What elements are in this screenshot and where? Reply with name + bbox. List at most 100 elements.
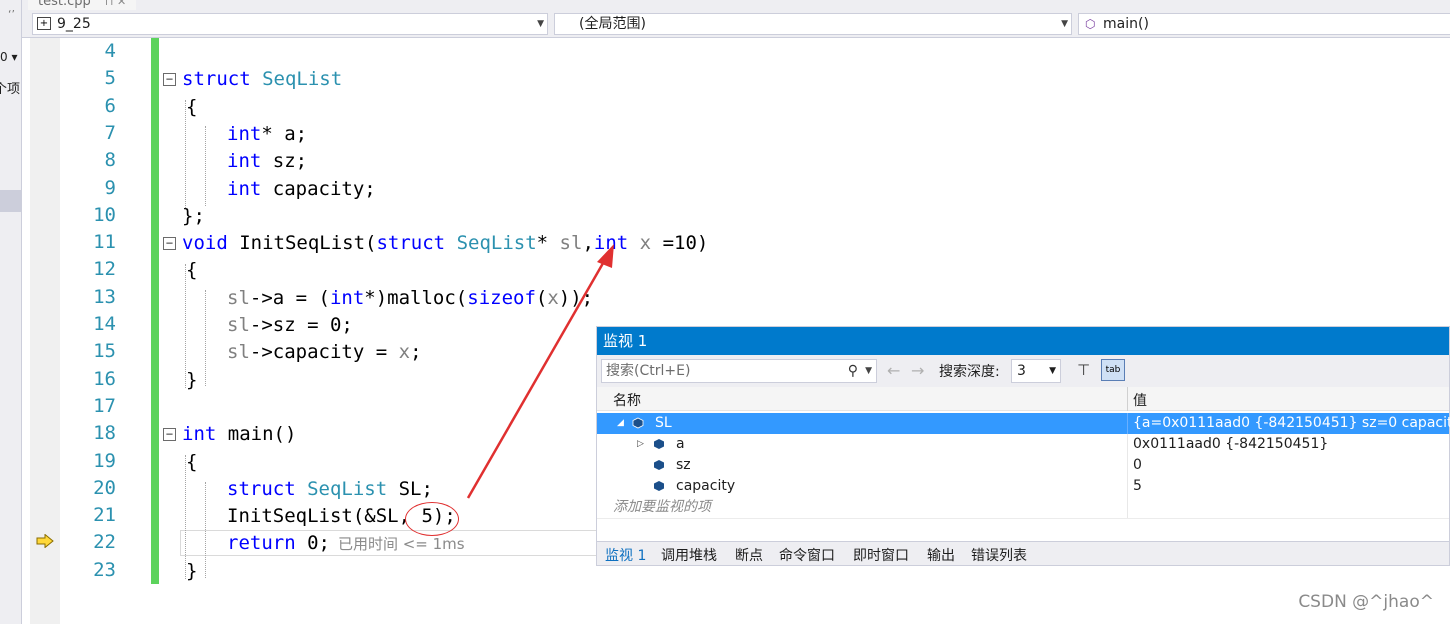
chevron-down-icon[interactable]: ▼ bbox=[1061, 14, 1068, 34]
search-depth-value: 3 bbox=[1017, 363, 1026, 379]
member-dropdown[interactable]: ⬡ main() bbox=[1078, 13, 1450, 35]
column-splitter bbox=[1127, 476, 1128, 497]
collapse-main-icon[interactable]: − bbox=[163, 428, 176, 441]
watch-value[interactable]: 0x0111aad0 {-842150451} bbox=[1133, 434, 1328, 455]
project-icon: + bbox=[37, 17, 51, 30]
hexadecimal-display-icon[interactable]: tab bbox=[1101, 359, 1125, 381]
line-number: 15 bbox=[93, 340, 116, 363]
line-number: 21 bbox=[93, 504, 116, 527]
indent-guide bbox=[185, 455, 186, 579]
code-line[interactable]: { bbox=[186, 450, 197, 474]
watch-search-placeholder: 搜索(Ctrl+E) bbox=[606, 363, 691, 379]
line-number: 18 bbox=[93, 422, 116, 445]
code-line[interactable]: { bbox=[186, 95, 197, 119]
watch-search-input[interactable]: 搜索(Ctrl+E) ⚲ ▼ bbox=[601, 359, 877, 383]
code-line[interactable]: { bbox=[186, 258, 197, 282]
project-dropdown-value: 9_25 bbox=[57, 16, 91, 32]
line-number: 22 bbox=[93, 531, 116, 554]
pane-text-fragment: 个项 bbox=[0, 82, 21, 97]
solution-explorer-strip: ‘’ 0 ▾ 个项 bbox=[0, 0, 22, 624]
line-number: 14 bbox=[93, 313, 116, 335]
watch-toolbar: 搜索(Ctrl+E) ⚲ ▼ ← → 搜索深度: 3 ▼ ⊤ tab bbox=[597, 355, 1449, 387]
code-line[interactable]: sl->capacity = x; bbox=[227, 340, 422, 364]
code-line[interactable]: int sz; bbox=[227, 149, 307, 173]
project-dropdown[interactable]: + 9_25 ▼ bbox=[32, 13, 548, 35]
document-tab-bar: test.cpp ⊓ ✕ bbox=[22, 0, 1450, 10]
line-number: 19 bbox=[93, 449, 116, 472]
watch-row-sz[interactable]: sz 0 bbox=[597, 455, 1449, 476]
chevron-down-icon[interactable]: ▼ bbox=[537, 14, 544, 34]
line-number: 13 bbox=[93, 285, 116, 308]
tab-error-list[interactable]: 错误列表 bbox=[971, 545, 1027, 565]
navigation-bar: + 9_25 ▼ (全局范围) ▼ ⬡ main() bbox=[22, 10, 1450, 38]
watch-value[interactable]: 5 bbox=[1133, 476, 1142, 497]
line-number: 5 bbox=[104, 67, 116, 90]
line-number: 12 bbox=[93, 258, 116, 281]
column-splitter[interactable] bbox=[1127, 387, 1128, 411]
add-watch-placeholder[interactable]: 添加要监视的项 bbox=[613, 497, 711, 518]
watch-row-sl[interactable]: ◢ SL {a=0x0111aad0 {-842150451} sz=0 cap… bbox=[597, 413, 1450, 434]
field-icon bbox=[654, 460, 664, 470]
line-number: 20 bbox=[93, 476, 116, 499]
code-line[interactable]: int capacity; bbox=[227, 177, 376, 201]
search-previous-icon[interactable]: ← bbox=[887, 361, 900, 380]
code-line[interactable]: struct SeqList SL; bbox=[227, 477, 433, 501]
scope-dropdown[interactable]: (全局范围) ▼ bbox=[554, 13, 1072, 35]
row-divider bbox=[597, 518, 1449, 519]
tab-pin-close-icons[interactable]: ⊓ ✕ bbox=[105, 0, 126, 8]
column-splitter bbox=[1127, 497, 1128, 518]
tab-immediate-window[interactable]: 即时窗口 bbox=[853, 545, 909, 565]
current-statement-arrow-icon bbox=[36, 534, 54, 548]
collapse-function-icon[interactable]: − bbox=[163, 237, 176, 250]
watch-row-capacity[interactable]: capacity 5 bbox=[597, 476, 1449, 497]
line-number: 11 bbox=[93, 231, 116, 254]
collapse-triangle-icon[interactable]: ◢ bbox=[617, 413, 624, 434]
object-icon bbox=[632, 417, 644, 429]
member-dropdown-value: main() bbox=[1103, 16, 1149, 32]
pane-selected-item[interactable] bbox=[0, 190, 21, 212]
tab-output[interactable]: 输出 bbox=[927, 545, 955, 565]
line-number: 23 bbox=[93, 558, 116, 581]
code-line[interactable]: } bbox=[186, 559, 197, 583]
watch-name: SL bbox=[655, 415, 672, 431]
debug-tool-tabs: 监视 1 调用堆栈 断点 命令窗口 即时窗口 输出 错误列表 bbox=[597, 541, 1449, 565]
pane-dropdown-fragment[interactable]: 0 ▾ bbox=[0, 50, 17, 64]
annotation-circle bbox=[405, 502, 459, 536]
search-depth-label: 搜索深度: bbox=[939, 364, 1000, 380]
pin-filter-icon[interactable]: ⊤ bbox=[1077, 361, 1090, 379]
watch-window-title[interactable]: 监视 1 bbox=[597, 327, 1449, 355]
scope-dropdown-value: (全局范围) bbox=[579, 16, 646, 32]
tab-command-window[interactable]: 命令窗口 bbox=[779, 545, 835, 565]
watch-value[interactable]: 0 bbox=[1133, 455, 1142, 476]
name-column-header[interactable]: 名称 bbox=[613, 390, 641, 410]
watch-row-add[interactable]: 添加要监视的项 bbox=[597, 497, 1449, 518]
tab-watch-1[interactable]: 监视 1 bbox=[605, 545, 646, 565]
watch-window[interactable]: 监视 1 搜索(Ctrl+E) ⚲ ▼ ← → 搜索深度: 3 ▼ ⊤ tab … bbox=[596, 326, 1450, 566]
watch-row-a[interactable]: ▷ a 0x0111aad0 {-842150451} bbox=[597, 434, 1449, 455]
field-icon bbox=[654, 439, 664, 449]
tab-call-stack[interactable]: 调用堆栈 bbox=[661, 545, 717, 565]
code-line[interactable]: sl->sz = 0; bbox=[227, 313, 353, 337]
watch-name: a bbox=[676, 436, 685, 452]
tab-breakpoints[interactable]: 断点 bbox=[735, 545, 763, 565]
watch-value[interactable]: {a=0x0111aad0 {-842150451} sz=0 capacity… bbox=[1133, 413, 1450, 434]
tab-test-cpp[interactable]: test.cpp ⊓ ✕ bbox=[28, 0, 137, 10]
code-line[interactable]: } bbox=[186, 368, 197, 392]
value-column-header[interactable]: 值 bbox=[1133, 390, 1147, 410]
chevron-down-icon[interactable]: ▼ bbox=[865, 360, 872, 382]
search-next-icon[interactable]: → bbox=[911, 361, 924, 380]
code-line[interactable]: int* a; bbox=[227, 122, 307, 146]
chevron-down-icon[interactable]: ▼ bbox=[1049, 360, 1056, 382]
code-line[interactable]: int main() bbox=[182, 422, 296, 446]
code-line[interactable]: struct SeqList bbox=[182, 67, 342, 91]
collapse-struct-icon[interactable]: − bbox=[163, 73, 176, 86]
expand-triangle-icon[interactable]: ▷ bbox=[637, 434, 644, 455]
code-line[interactable]: void InitSeqList(struct SeqList* sl,int … bbox=[182, 231, 708, 255]
field-icon bbox=[654, 481, 664, 491]
indent-guide bbox=[205, 482, 206, 578]
code-line[interactable]: sl->a = (int*)malloc(sizeof(x)); bbox=[227, 286, 593, 310]
search-depth-dropdown[interactable]: 3 ▼ bbox=[1011, 359, 1061, 383]
search-icon[interactable]: ⚲ bbox=[848, 360, 858, 382]
line-number: 6 bbox=[104, 94, 116, 117]
line-number: 17 bbox=[93, 394, 116, 417]
